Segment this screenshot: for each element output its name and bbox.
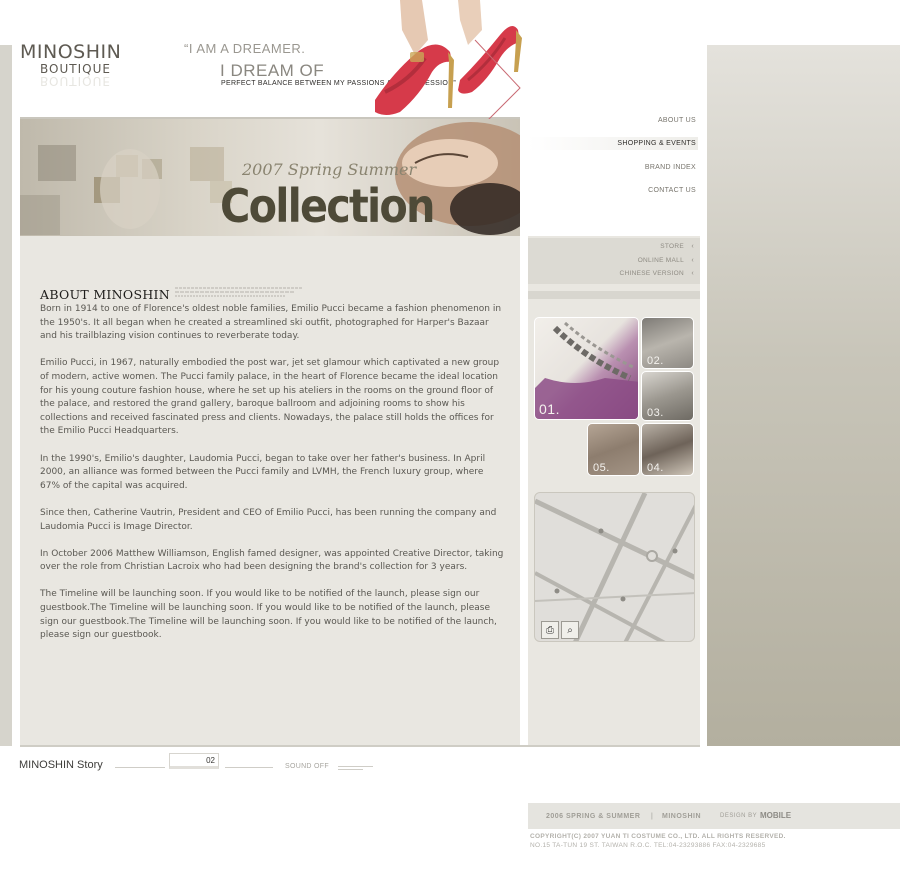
article-heading: ABOUT MINOSHIN: [40, 287, 170, 302]
article-body: Born in 1914 to one of Florence's oldest…: [40, 303, 506, 656]
chevron-left-icon: ‹: [691, 243, 694, 250]
story-next-track[interactable]: [225, 767, 273, 768]
gallery-thumb-1[interactable]: 01.: [534, 317, 639, 420]
thumb-number: 03.: [647, 407, 664, 419]
story-page-indicator: 02: [169, 753, 219, 769]
article-paragraph: In October 2006 Matthew Williamson, Engl…: [40, 548, 504, 573]
footer-season: 2006 SPRING & SUMMER: [546, 813, 641, 820]
sound-toggle[interactable]: SOUND OFF: [285, 763, 329, 770]
logo-main-text: MINOSHIN: [20, 41, 122, 63]
story-title: MINOSHIN Story: [19, 759, 103, 771]
article-paragraph: Born in 1914 to one of Florence's oldest…: [40, 304, 502, 342]
footer-brand: MINOSHIN: [662, 813, 701, 820]
location-map[interactable]: [534, 492, 695, 642]
subnav-store-label: STORE: [660, 243, 684, 250]
side-column: [528, 236, 700, 746]
banner-season-text: 2007 Spring Summer: [242, 160, 417, 179]
tagline-line-1: “I AM A DREAMER.: [184, 41, 306, 56]
thumb-number: 04.: [647, 462, 664, 474]
gallery-thumb-2[interactable]: 02.: [641, 317, 694, 369]
sound-wave-icon: [338, 766, 373, 767]
subnav-chinese-version[interactable]: CHINESE VERSION ‹: [528, 270, 698, 277]
gallery-thumb-5[interactable]: 05.: [587, 423, 640, 476]
banner-title: Collection: [220, 179, 436, 233]
footer-separator: |: [651, 813, 653, 820]
heading-fine-print: [175, 287, 303, 297]
nav-brand-index[interactable]: BRAND INDEX: [528, 164, 698, 171]
logo-reflection: BOUTIQUE: [40, 74, 111, 88]
footer-design-credit: DESIGN BY: [720, 813, 758, 819]
article-paragraph: In the 1990's, Emilio's daughter, Laudom…: [40, 453, 486, 491]
subnav-chinese-label: CHINESE VERSION: [619, 270, 684, 277]
thumb-number: 02.: [647, 355, 664, 367]
thumb-number: 05.: [593, 462, 610, 474]
footer-address: NO.15 TA-TUN 19 ST. TAIWAN R.O.C. TEL:04…: [530, 842, 766, 849]
sound-wave-icon: [338, 769, 363, 770]
collection-banner: 2007 Spring Summer Collection: [20, 119, 520, 236]
chevron-left-icon: ‹: [691, 257, 694, 264]
gallery-thumb-4[interactable]: 04.: [641, 423, 694, 476]
article-paragraph: Since then, Catherine Vautrin, President…: [40, 507, 497, 532]
subnav-store[interactable]: STORE ‹: [528, 243, 698, 250]
chevron-left-icon: ‹: [691, 270, 694, 277]
subnav-divider-bar: [528, 291, 700, 299]
story-prev-track[interactable]: [115, 767, 165, 768]
site-logo[interactable]: MINOSHIN BOUTIQUE BOUTIQUE: [20, 41, 140, 88]
content-bottom-line: [20, 745, 700, 747]
printer-icon[interactable]: ⎙: [541, 621, 559, 639]
article-paragraph: The Timeline will be launching soon. If …: [40, 589, 497, 641]
nav-about-us[interactable]: ABOUT US: [528, 117, 698, 124]
nav-shopping-events[interactable]: SHOPPING & EVENTS: [528, 137, 698, 150]
right-decorative-panel: [707, 45, 900, 746]
subnav-online-label: ONLINE MALL: [637, 257, 684, 264]
magnifier-icon[interactable]: ⌕: [561, 621, 579, 639]
subnav-online-mall[interactable]: ONLINE MALL ‹: [528, 257, 698, 264]
red-heels-illustration: [375, 0, 522, 134]
designer-logo[interactable]: MOBILE: [760, 811, 791, 820]
thumb-number: 01.: [539, 401, 560, 417]
left-decorative-strip: [0, 45, 12, 746]
nav-contact-us[interactable]: CONTACT US: [528, 187, 698, 194]
map-streets: [535, 493, 694, 641]
footer-copyright: COPYRIGHT(C) 2007 YUAN TI COSTUME CO., L…: [530, 833, 786, 840]
gallery-thumb-3[interactable]: 03.: [641, 371, 694, 421]
tagline-line-2: I DREAM OF: [220, 61, 325, 80]
article-paragraph: Emilio Pucci, in 1967, naturally embodie…: [40, 358, 500, 437]
